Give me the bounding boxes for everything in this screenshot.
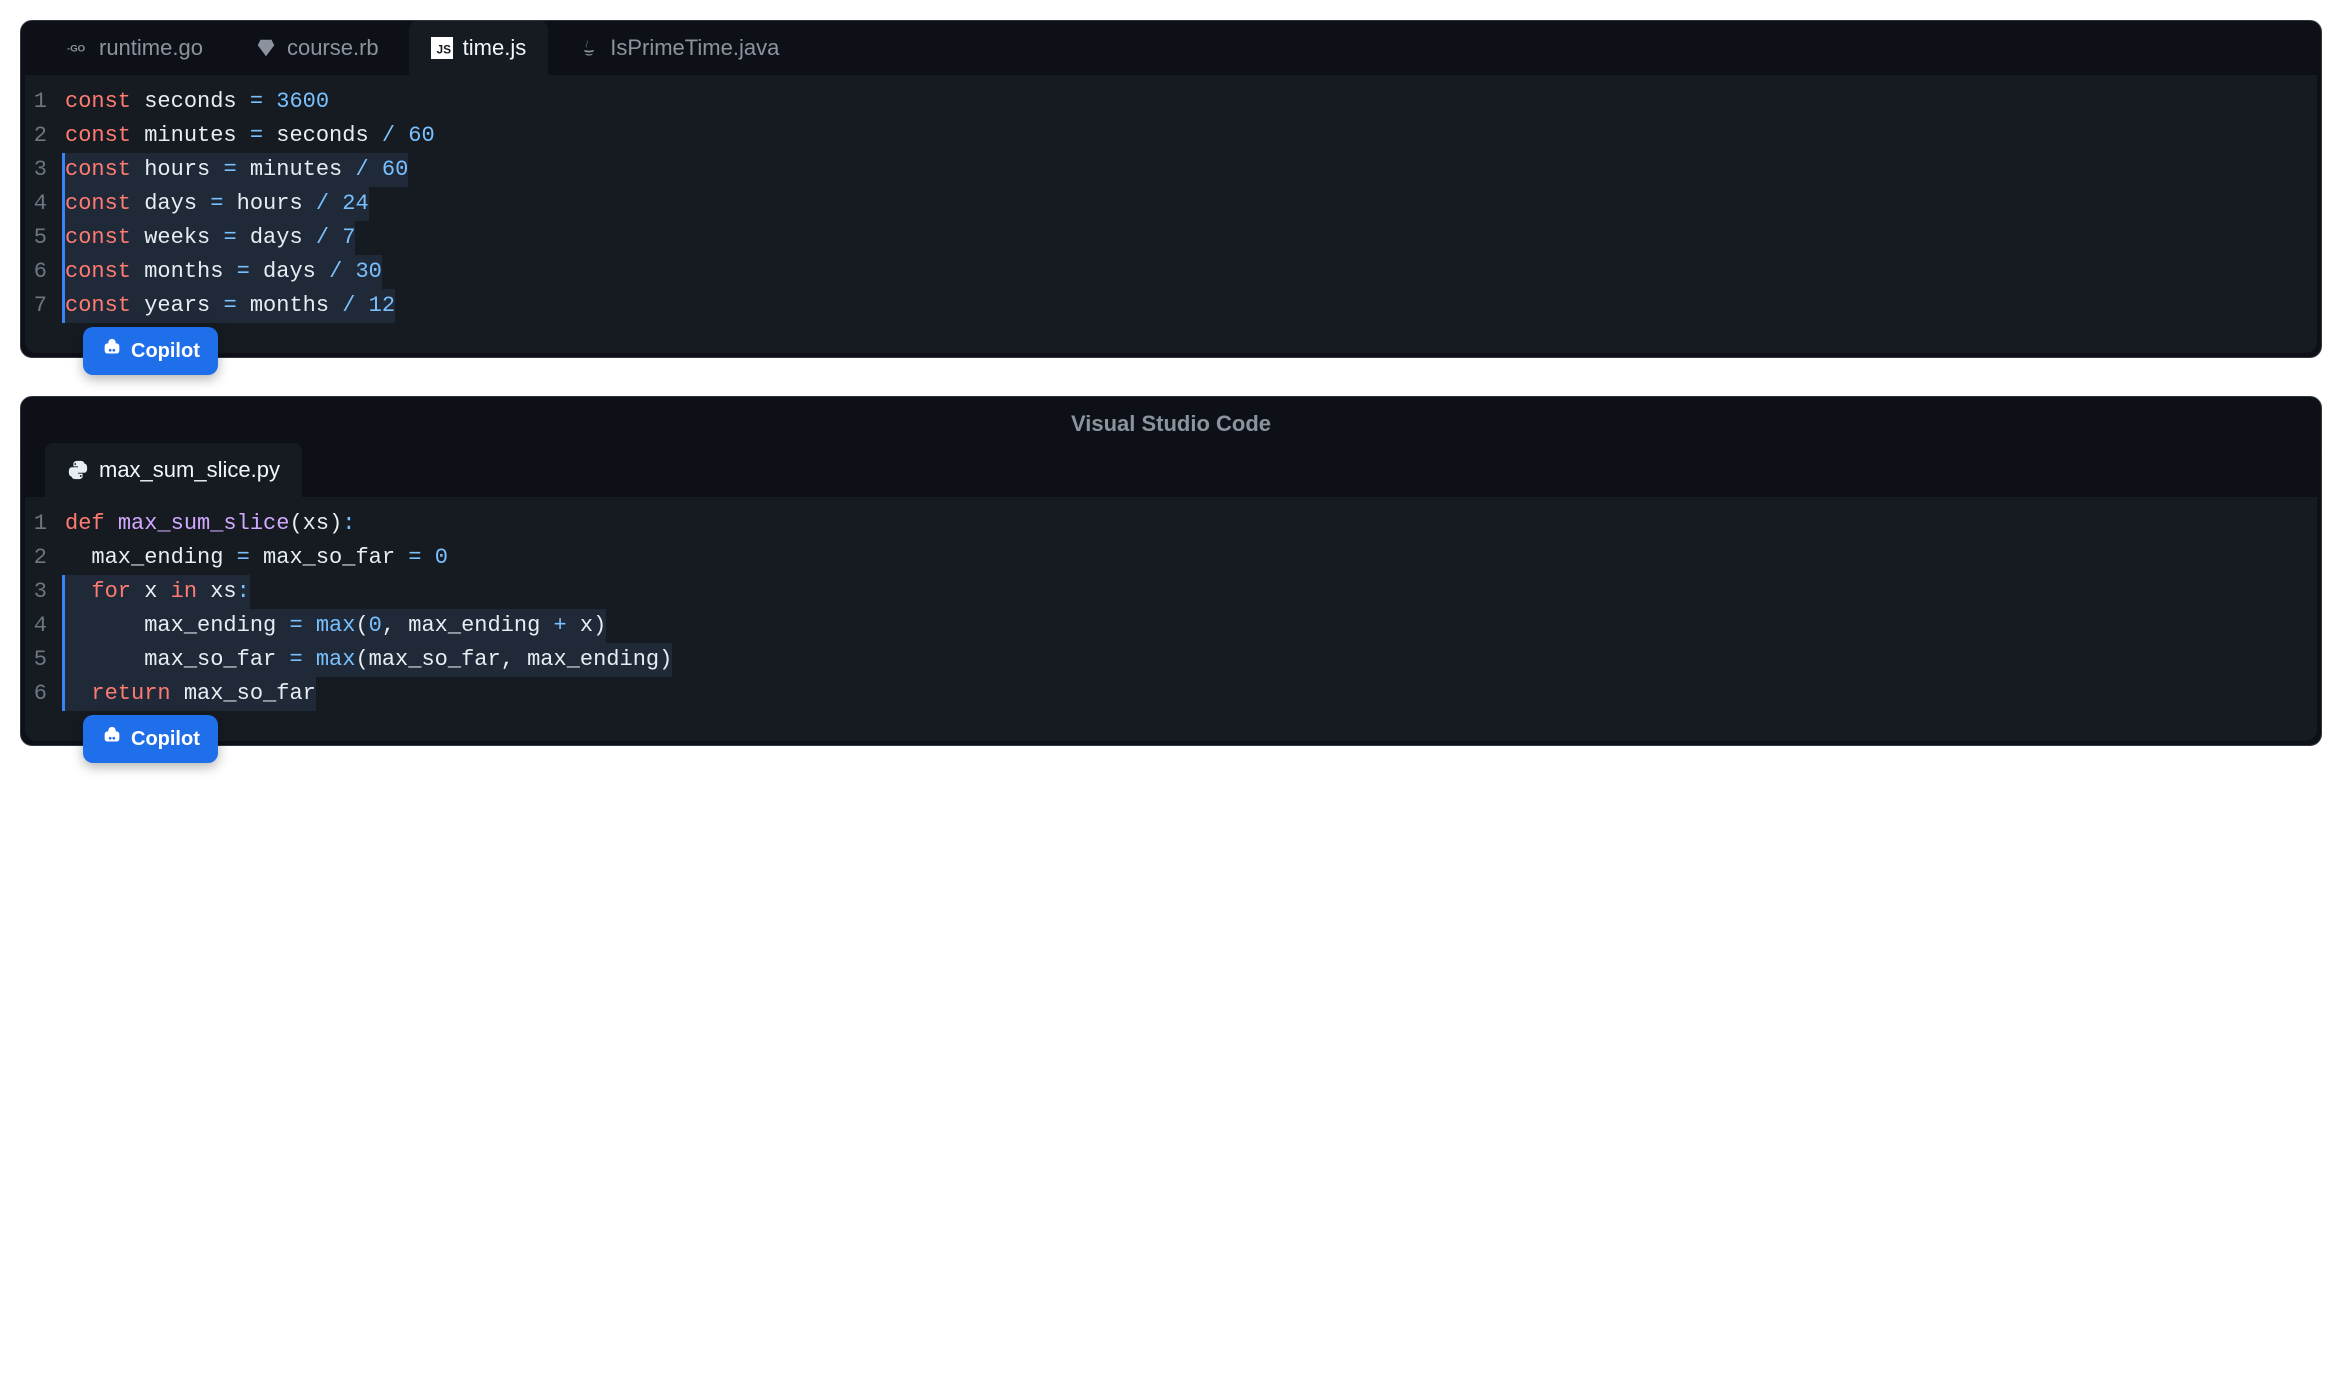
line-number: 3 (25, 153, 65, 187)
code-line[interactable]: 5 max_so_far = max(max_so_far, max_endin… (25, 643, 2317, 677)
line-number: 4 (25, 609, 65, 643)
tab-time-js[interactable]: JS time.js (409, 21, 549, 75)
ruby-file-icon (255, 37, 277, 59)
tab-max_sum_slice-py[interactable]: max_sum_slice.py (45, 443, 302, 497)
tab-runtime-go[interactable]: -GO runtime.go (45, 21, 225, 75)
line-number: 5 (25, 221, 65, 255)
code-line[interactable]: 1def max_sum_slice(xs): (25, 507, 2317, 541)
line-number: 4 (25, 187, 65, 221)
line-content: def max_sum_slice(xs): (65, 507, 2317, 541)
code-line[interactable]: 6 return max_so_far (25, 677, 2317, 711)
code-line[interactable]: 3 for x in xs: (25, 575, 2317, 609)
copilot-label: Copilot (131, 340, 200, 363)
line-number: 1 (25, 85, 65, 119)
tab-label: course.rb (287, 35, 379, 61)
code-editor-window-2: Visual Studio Code max_sum_slice.py 1def… (20, 396, 2322, 746)
js-file-icon: JS (431, 37, 453, 59)
code-area: 1def max_sum_slice(xs):2 max_ending = ma… (25, 497, 2317, 741)
tab-bar: -GO runtime.go course.rb JS time.js IsPrimeTi… (21, 21, 2321, 75)
copilot-button[interactable]: Copilot (83, 715, 218, 763)
go-file-icon: -GO (67, 37, 89, 59)
tab-isprimetime-java[interactable]: IsPrimeTime.java (556, 21, 801, 75)
line-number: 2 (25, 119, 65, 153)
copilot-icon (101, 337, 123, 365)
code-line[interactable]: 2 max_ending = max_so_far = 0 (25, 541, 2317, 575)
copilot-button[interactable]: Copilot (83, 327, 218, 375)
line-content: max_so_far = max(max_so_far, max_ending) (65, 643, 2317, 677)
line-content: return max_so_far (65, 677, 2317, 711)
svg-text:JS: JS (436, 43, 451, 57)
line-number: 7 (25, 289, 65, 323)
code-line[interactable]: 7const years = months / 12 (25, 289, 2317, 323)
code-line[interactable]: 1const seconds = 3600 (25, 85, 2317, 119)
line-number: 6 (25, 255, 65, 289)
code-editor-window-1: -GO runtime.go course.rb JS time.js IsPrimeTi… (20, 20, 2322, 358)
tab-label: max_sum_slice.py (99, 457, 280, 483)
java-file-icon (578, 37, 600, 59)
line-content: const weeks = days / 7 (65, 221, 2317, 255)
code-line[interactable]: 4const days = hours / 24 (25, 187, 2317, 221)
tab-course-rb[interactable]: course.rb (233, 21, 401, 75)
line-content: const hours = minutes / 60 (65, 153, 2317, 187)
code-line[interactable]: 6const months = days / 30 (25, 255, 2317, 289)
line-content: for x in xs: (65, 575, 2317, 609)
line-content: max_ending = max(0, max_ending + x) (65, 609, 2317, 643)
line-number: 5 (25, 643, 65, 677)
tab-bar: max_sum_slice.py (21, 443, 2321, 497)
copilot-label: Copilot (131, 728, 200, 751)
line-number: 2 (25, 541, 65, 575)
line-content: const minutes = seconds / 60 (65, 119, 2317, 153)
line-number: 1 (25, 507, 65, 541)
code-line[interactable]: 3const hours = minutes / 60 (25, 153, 2317, 187)
code-line[interactable]: 5const weeks = days / 7 (25, 221, 2317, 255)
window-title: Visual Studio Code (21, 397, 2321, 443)
tab-label: runtime.go (99, 35, 203, 61)
tab-label: IsPrimeTime.java (610, 35, 779, 61)
code-line[interactable]: 4 max_ending = max(0, max_ending + x) (25, 609, 2317, 643)
line-content: max_ending = max_so_far = 0 (65, 541, 2317, 575)
line-content: const months = days / 30 (65, 255, 2317, 289)
python-file-icon (67, 459, 89, 481)
code-area: 1const seconds = 36002const minutes = se… (25, 75, 2317, 353)
line-number: 3 (25, 575, 65, 609)
line-content: const days = hours / 24 (65, 187, 2317, 221)
code-line[interactable]: 2const minutes = seconds / 60 (25, 119, 2317, 153)
tab-label: time.js (463, 35, 527, 61)
copilot-icon (101, 725, 123, 753)
line-number: 6 (25, 677, 65, 711)
svg-text:-GO: -GO (67, 43, 86, 54)
line-content: const seconds = 3600 (65, 85, 2317, 119)
line-content: const years = months / 12 (65, 289, 2317, 323)
